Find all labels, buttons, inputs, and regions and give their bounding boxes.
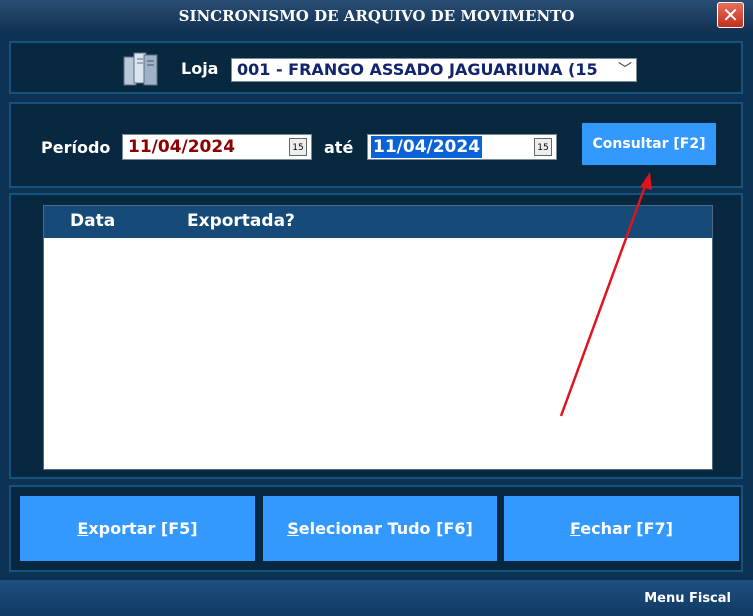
- selecionar-tudo-button[interactable]: Selecionar Tudo [F6]: [263, 496, 497, 561]
- fechar-button[interactable]: Fechar [F7]: [504, 496, 739, 561]
- grid-panel: Data Exportada?: [9, 193, 743, 479]
- menu-fiscal-link[interactable]: Menu Fiscal: [644, 591, 731, 606]
- column-header-data[interactable]: Data: [70, 211, 115, 231]
- date-to-field[interactable]: 11/04/2024 15: [367, 134, 557, 160]
- date-from-value: 11/04/2024: [128, 137, 236, 157]
- selecionar-label: elecionar Tudo [F6]: [298, 519, 473, 538]
- exportar-label: xportar [F5]: [88, 519, 198, 538]
- consultar-button[interactable]: Consultar [F2]: [582, 123, 716, 165]
- periodo-label: Período: [41, 138, 111, 157]
- data-table[interactable]: Data Exportada?: [43, 205, 713, 470]
- date-to-value: 11/04/2024: [371, 136, 483, 158]
- loja-label: Loja: [181, 59, 219, 78]
- table-header: Data Exportada?: [44, 206, 712, 238]
- loja-panel: Loja 001 - FRANGO ASSADO JAGUARIUNA (15 …: [9, 41, 743, 94]
- selecionar-hotkey: S: [287, 519, 299, 538]
- column-header-exportada[interactable]: Exportada?: [187, 211, 295, 231]
- periodo-panel: Período 11/04/2024 15 até 11/04/2024 15 …: [9, 102, 743, 188]
- loja-selected-value: 001 - FRANGO ASSADO JAGUARIUNA (15: [237, 60, 598, 79]
- calendar-icon[interactable]: 15: [289, 138, 307, 156]
- date-from-field[interactable]: 11/04/2024 15: [122, 134, 312, 160]
- server-icon: [123, 52, 158, 86]
- exportar-button[interactable]: Exportar [F5]: [20, 496, 255, 561]
- fechar-label: echar [F7]: [580, 519, 673, 538]
- close-icon: ✕: [722, 3, 739, 27]
- loja-select[interactable]: 001 - FRANGO ASSADO JAGUARIUNA (15 ﹀: [231, 58, 637, 82]
- window-title: SINCRONISMO DE ARQUIVO DE MOVIMENTO: [178, 7, 575, 25]
- fechar-hotkey: F: [570, 519, 581, 538]
- ate-label: até: [324, 138, 354, 157]
- calendar-icon[interactable]: 15: [534, 138, 552, 156]
- exportar-hotkey: E: [77, 519, 89, 538]
- footer-panel: Exportar [F5] Selecionar Tudo [F6] Fecha…: [9, 485, 743, 572]
- title-bar: SINCRONISMO DE ARQUIVO DE MOVIMENTO: [0, 0, 753, 32]
- chevron-down-icon[interactable]: ﹀: [618, 59, 632, 81]
- close-button[interactable]: ✕: [717, 2, 744, 28]
- status-bar: Menu Fiscal: [0, 580, 753, 616]
